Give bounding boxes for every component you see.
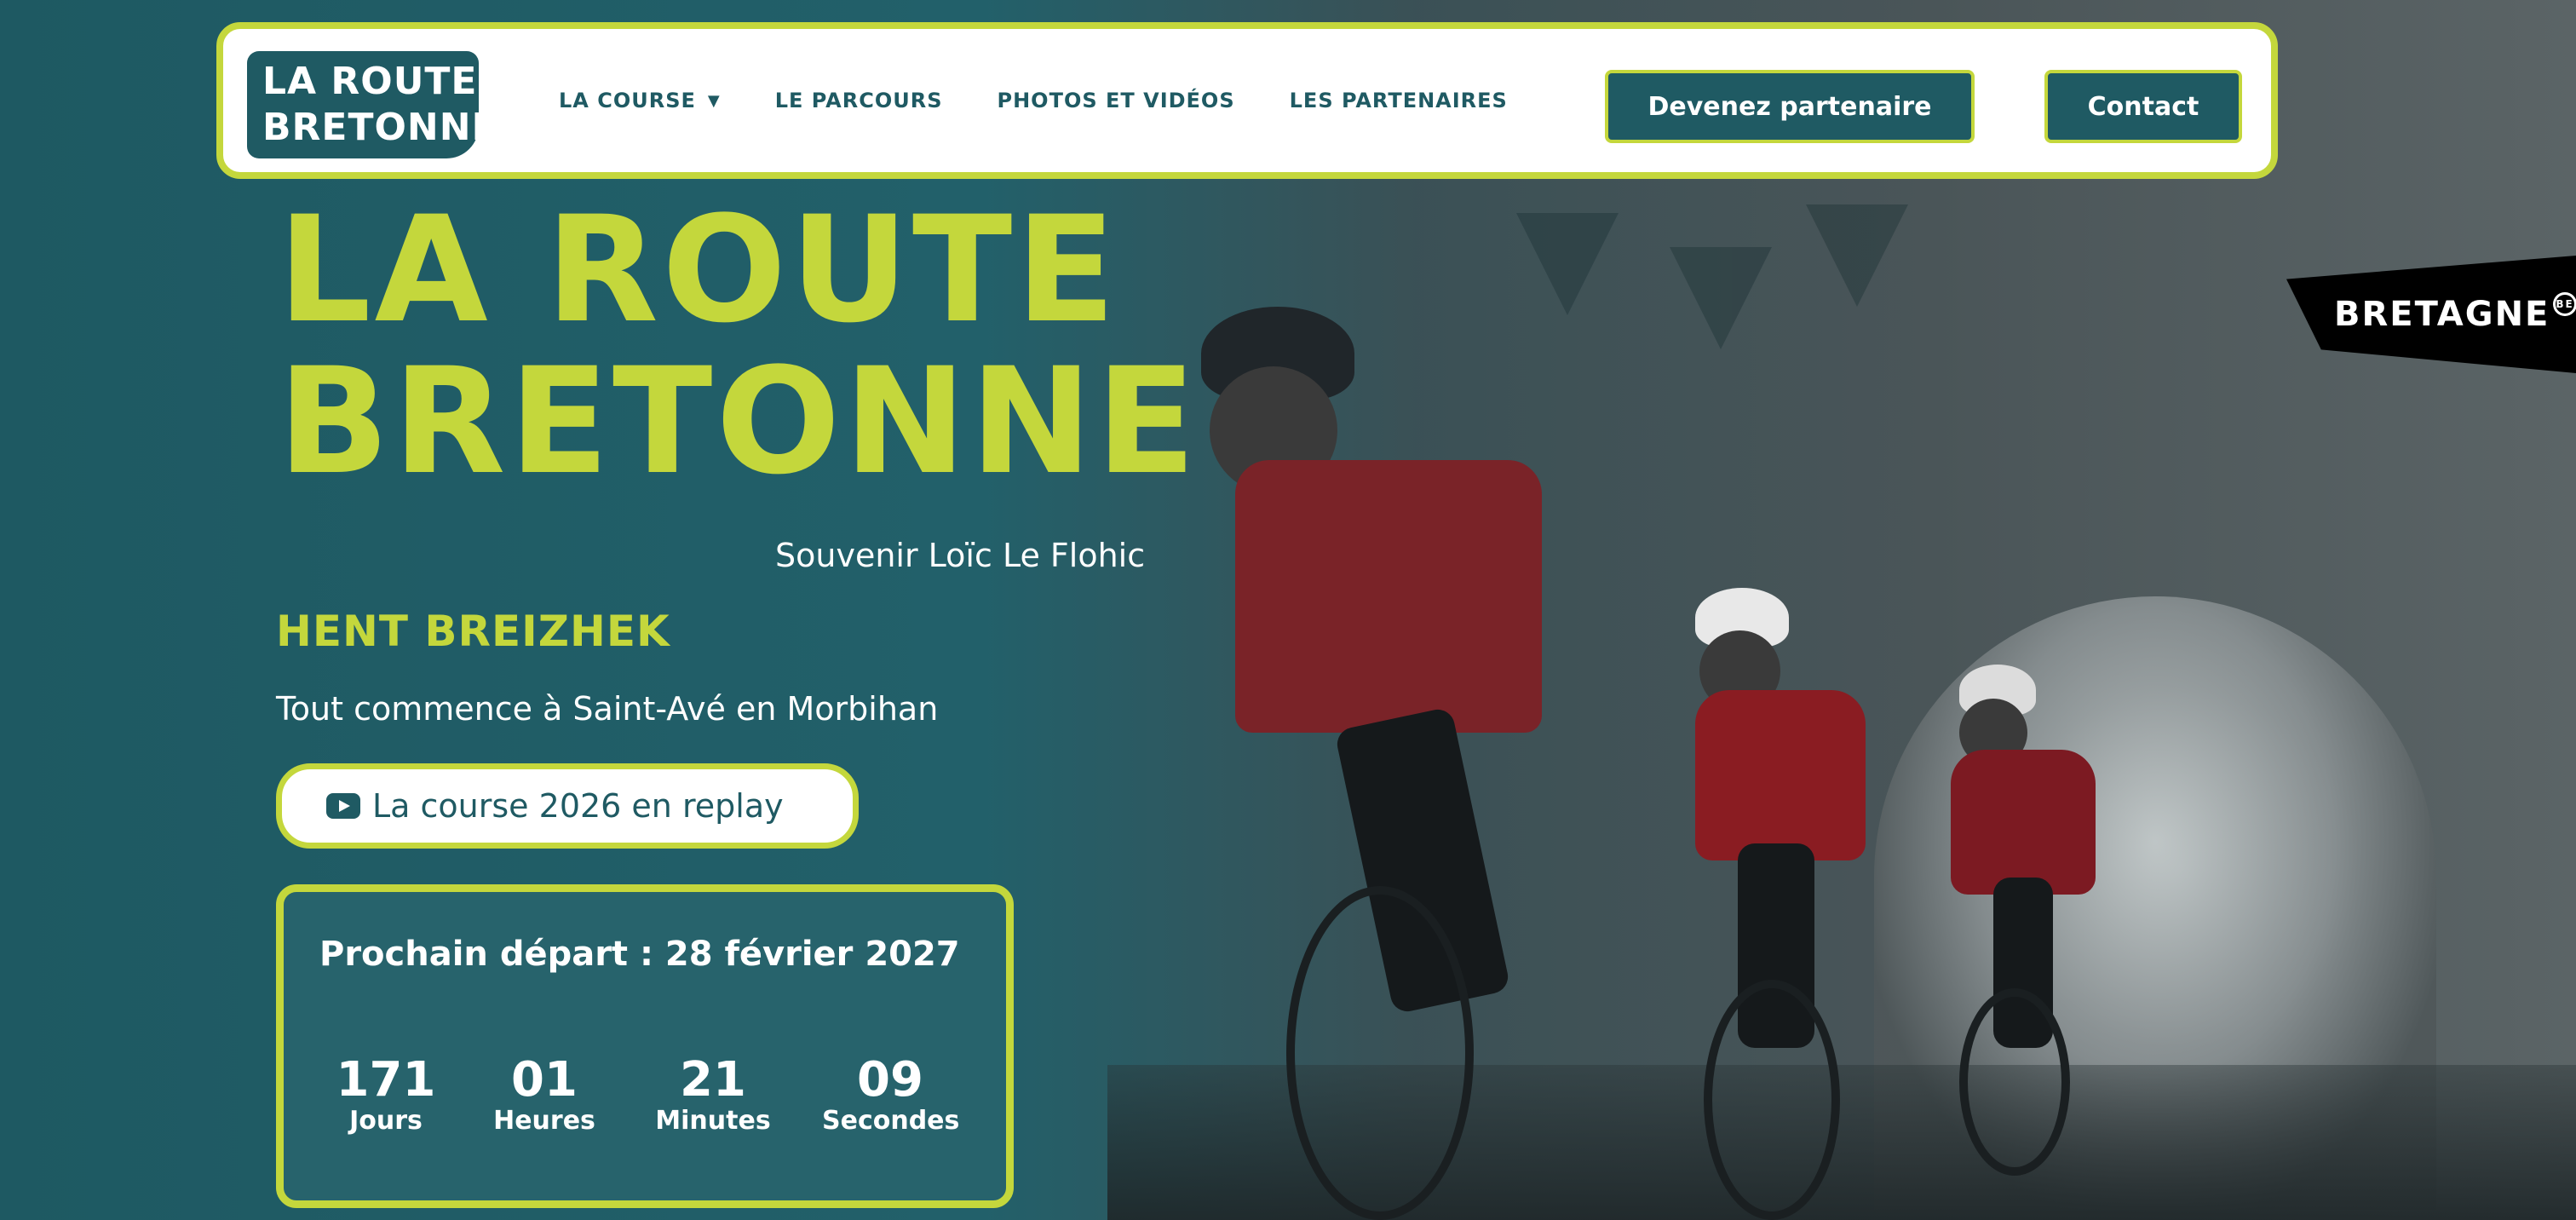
countdown-hours: 01 Heures	[476, 1054, 612, 1136]
countdown-value: 21	[680, 1052, 746, 1108]
countdown-days: 171 Jours	[318, 1054, 454, 1136]
title-line-2: BRETONNE	[278, 336, 1199, 507]
countdown-value: 01	[511, 1052, 578, 1108]
bretagne-text: BRETAGNE	[2334, 295, 2550, 334]
hero-tagline: Tout commence à Saint-Avé en Morbihan	[276, 690, 939, 728]
countdown-label: Secondes	[822, 1106, 960, 1136]
replay-button[interactable]: La course 2026 en replay	[276, 763, 859, 849]
logo-line-1: LA ROUTE	[262, 60, 478, 103]
countdown-minutes: 21 Minutes	[645, 1054, 781, 1136]
bretagne-mark: BE	[2553, 292, 2576, 316]
countdown-label: Minutes	[655, 1106, 771, 1136]
nav-label: LA COURSE	[559, 89, 696, 112]
replay-label: La course 2026 en replay	[372, 787, 784, 825]
cyclist-back	[1934, 665, 2138, 1176]
site-logo[interactable]: LA ROUTE BRETONNE	[247, 51, 498, 158]
main-nav: LA COURSE ▼ LE PARCOURS PHOTOS ET VIDÉOS…	[559, 29, 1562, 172]
youtube-play-icon	[326, 793, 360, 819]
countdown-label: Jours	[349, 1106, 423, 1136]
contact-button[interactable]: Contact	[2044, 70, 2242, 143]
cyclist-front	[1176, 307, 1704, 1220]
nav-item-photos-videos[interactable]: PHOTOS ET VIDÉOS	[998, 89, 1235, 112]
hero-subtitle: Souvenir Loïc Le Flohic	[775, 537, 1146, 574]
become-partner-button[interactable]: Devenez partenaire	[1605, 70, 1975, 143]
countdown-panel: Prochain départ : 28 février 2027 171 Jo…	[276, 884, 1014, 1208]
countdown-title: Prochain départ : 28 février 2027	[319, 935, 960, 974]
nav-item-la-course[interactable]: LA COURSE ▼	[559, 89, 721, 112]
cyclist-middle	[1670, 588, 1925, 1220]
breton-name: HENT BREIZHEK	[276, 607, 670, 656]
nav-item-partenaires[interactable]: LES PARTENAIRES	[1290, 89, 1508, 112]
countdown-value: 171	[336, 1052, 436, 1108]
site-header: LA ROUTE BRETONNE LA COURSE ▼ LE PARCOUR…	[216, 22, 2278, 179]
title-line-1: LA ROUTE	[278, 184, 1119, 355]
countdown-seconds: 09 Secondes	[822, 1052, 960, 1136]
nav-label: PHOTOS ET VIDÉOS	[997, 89, 1235, 112]
nav-item-le-parcours[interactable]: LE PARCOURS	[775, 89, 943, 112]
nav-label: LES PARTENAIRES	[1289, 89, 1508, 112]
logo-line-2: BRETONNE	[262, 106, 498, 149]
nav-label: LE PARCOURS	[774, 89, 943, 112]
countdown-label: Heures	[493, 1106, 595, 1136]
countdown-value: 09	[857, 1052, 923, 1108]
caret-down-icon: ▼	[707, 91, 721, 110]
page-title: LA ROUTE BRETONNE	[278, 194, 1199, 498]
